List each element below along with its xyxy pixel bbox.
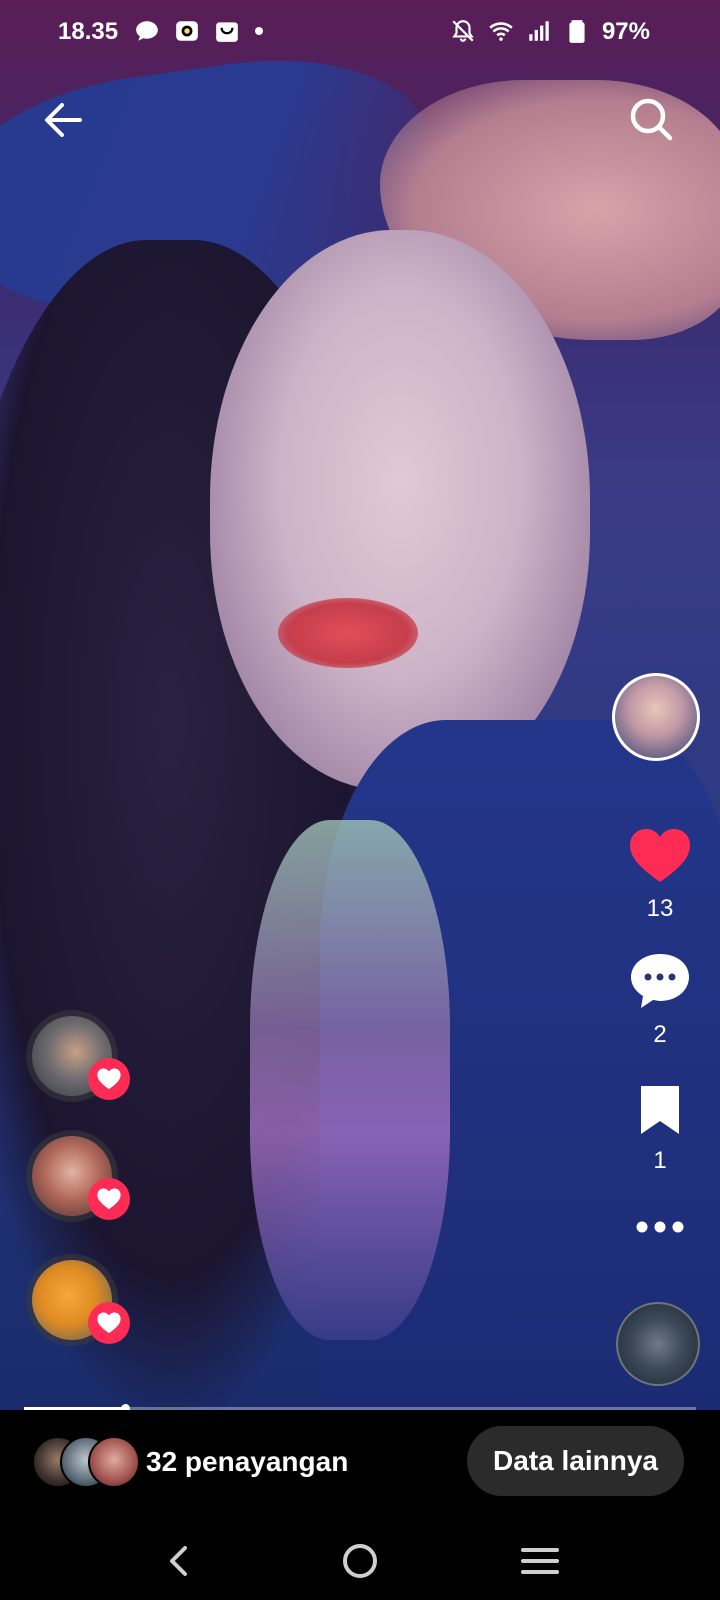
status-time: 18.35 <box>58 18 119 45</box>
bookmark-count: 1 <box>653 1147 667 1174</box>
more-data-button[interactable]: Data lainnya <box>467 1426 684 1496</box>
search-icon <box>630 98 673 141</box>
signal-icon <box>529 21 549 41</box>
comment-button[interactable]: 2 <box>620 952 700 1049</box>
status-bar: 18.35 97% <box>0 0 720 68</box>
heart-icon <box>97 1068 121 1090</box>
nav-recents-button[interactable] <box>515 1536 565 1586</box>
like-button[interactable]: 13 <box>620 828 700 923</box>
search-button[interactable] <box>624 92 680 148</box>
liker-avatar[interactable] <box>26 1010 130 1102</box>
avatar <box>88 1436 140 1488</box>
view-count: 32 penayangan <box>146 1446 349 1477</box>
nav-back-button[interactable] <box>155 1536 205 1586</box>
comment-icon <box>631 954 689 1008</box>
liker-avatar[interactable] <box>26 1130 130 1222</box>
nav-back-icon <box>170 1546 187 1576</box>
comment-count: 2 <box>653 1021 667 1048</box>
nav-home-button[interactable] <box>335 1536 385 1586</box>
system-nav-bar <box>0 1520 720 1600</box>
back-button[interactable] <box>36 92 92 148</box>
creator-avatar[interactable] <box>612 673 700 761</box>
more-horizontal-icon <box>636 1221 684 1233</box>
viewer-avatars[interactable] <box>32 1436 140 1488</box>
battery-icon <box>569 20 585 43</box>
dot-icon <box>255 27 263 35</box>
bell-off-icon <box>452 20 474 42</box>
heart-icon <box>97 1188 121 1210</box>
music-disc[interactable] <box>616 1302 700 1386</box>
wifi-icon <box>489 22 513 41</box>
like-count: 13 <box>646 895 674 922</box>
bottom-info-bar: 32 penayangan Data lainnya <box>0 1410 720 1520</box>
battery-percent: 97% <box>601 18 650 45</box>
arrow-left-icon <box>45 103 82 137</box>
more-options-button[interactable] <box>620 1220 700 1239</box>
chat-bubble-icon <box>136 21 158 41</box>
liker-avatar[interactable] <box>26 1254 130 1346</box>
shopping-bag-icon <box>216 22 238 42</box>
heart-icon <box>97 1312 121 1334</box>
bookmark-icon <box>641 1086 679 1134</box>
app-notification-icon <box>176 21 198 41</box>
bookmark-button[interactable]: 1 <box>620 1084 700 1175</box>
nav-home-icon <box>343 1544 377 1578</box>
nav-recents-icon <box>521 1548 559 1574</box>
heart-icon <box>630 829 690 882</box>
